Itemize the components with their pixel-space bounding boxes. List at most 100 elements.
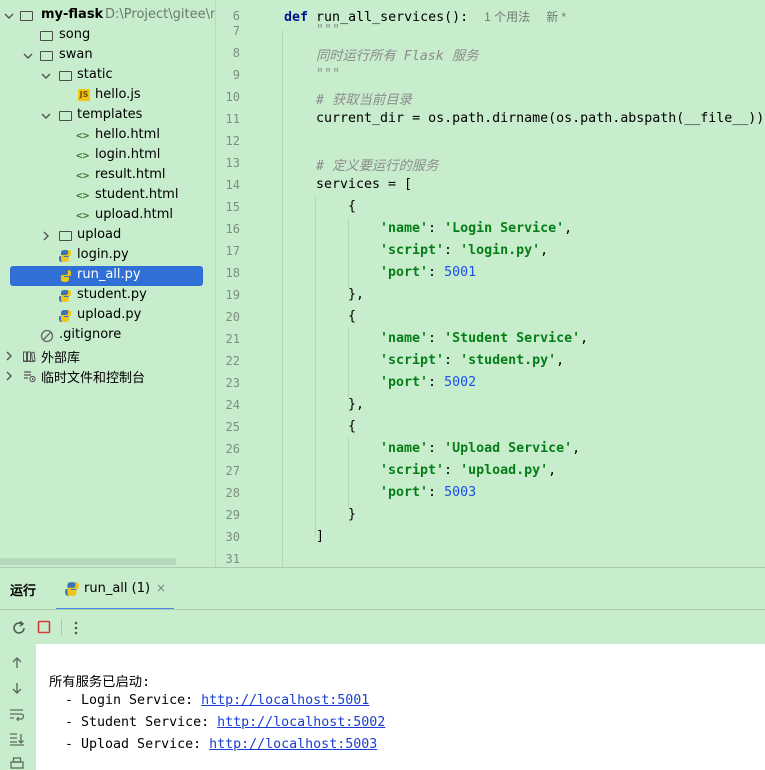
tree-item-student-py[interactable]: student.py [0,286,215,306]
line-number: 19 [225,288,240,302]
chevron-right-icon[interactable] [4,351,14,361]
arrow-down-icon[interactable] [10,681,24,695]
tree-root[interactable]: my-flask D:\Project\gitee\m [0,6,215,26]
project-tree: my-flask D:\Project\gitee\m song swan st… [0,0,215,567]
scroll-to-end-icon[interactable] [9,732,25,746]
folder-icon [59,109,73,123]
tree-item-external-libraries[interactable]: 外部库 [0,346,215,366]
print-icon[interactable] [9,757,25,770]
line-number: 16 [225,222,240,236]
tree-item-upload-py[interactable]: upload.py [0,306,215,326]
line-number: 27 [225,464,240,478]
tree-item-label: static [77,67,113,82]
usage-hint[interactable]: 1 个用法 [484,10,530,24]
tree-item-label: song [59,27,91,42]
code-line-23: 'port': 5002 [380,375,477,390]
line-number: 31 [225,552,240,566]
tree-item-static[interactable]: static [0,66,215,86]
line-number: 21 [225,332,240,346]
html-file-icon: <> [76,149,90,162]
close-icon[interactable]: × [156,581,166,595]
code-line-10: # 获取当前目录 [316,93,412,108]
line-number: 30 [225,530,240,544]
indent-guide [348,218,349,288]
tree-item-label: result.html [95,167,166,182]
tree-item-label: upload.html [95,207,174,222]
line-number: 8 [232,46,240,60]
horizontal-scrollbar[interactable] [0,558,176,565]
tree-item-label: student.py [77,287,147,302]
code-editor[interactable]: 6 7 8 9 10 11 12 13 14 15 16 17 18 19 20 21 22 23 24 25 26 27… [215,0,765,567]
line-number: 20 [225,310,240,324]
tree-item-label: templates [77,107,143,122]
new-hint[interactable]: 新 * [546,10,566,24]
line-number: 13 [225,156,240,170]
tree-item-swan[interactable]: swan [0,46,215,66]
tree-item-hello-js[interactable]: JS hello.js [0,86,215,106]
tree-item-label: swan [59,47,93,62]
code-line-16: 'name': 'Login Service', [380,221,573,236]
run-panel-title: 运行 [10,584,37,599]
tree-item-song[interactable]: song [0,26,215,46]
more-options-icon[interactable] [72,620,80,636]
run-tab-label: run_all (1) [84,581,151,596]
tree-item-label: run_all.py [77,267,141,282]
python-file-icon [59,310,71,322]
tree-item-upload[interactable]: upload [0,226,215,246]
tree-item-gitignore[interactable]: .gitignore [0,326,215,346]
arrow-up-icon[interactable] [10,656,24,670]
chevron-down-icon[interactable] [23,51,33,61]
tree-item-templates[interactable]: templates [0,106,215,126]
line-number: 23 [225,376,240,390]
run-tab-run-all[interactable]: run_all (1) × [56,568,174,610]
tree-item-login-html[interactable]: <> login.html [0,146,215,166]
chevron-down-icon[interactable] [41,111,51,121]
stop-icon[interactable] [37,620,51,634]
tree-item-hello-html[interactable]: <> hello.html [0,126,215,146]
ignore-file-icon [40,329,54,343]
tree-item-label: login.py [77,247,129,262]
scratches-icon [24,371,36,383]
html-file-icon: <> [76,169,90,182]
code-line-26: 'name': 'Upload Service', [380,441,581,456]
chevron-right-icon[interactable] [41,231,51,241]
line-number: 29 [225,508,240,522]
console-link[interactable]: http://localhost:5003 [209,737,377,752]
root-path: D:\Project\gitee\m [105,7,215,22]
code-line-19: }, [348,287,365,302]
chevron-right-icon[interactable] [4,371,14,381]
line-number: 12 [225,134,240,148]
code-line-28: 'port': 5003 [380,485,477,500]
tree-item-student-html[interactable]: <> student.html [0,186,215,206]
line-number: 11 [225,112,240,126]
console-header: 所有服务已启动: [49,675,151,690]
console-side-toolbar [0,644,36,770]
soft-wrap-icon[interactable] [9,707,25,721]
run-tool-window: 运行 run_all (1) × 所有服务已启动: - Login Servic… [0,567,765,770]
code-line-8: 同时运行所有 Flask 服务 [316,49,479,64]
python-run-icon [65,582,79,596]
console-link[interactable]: http://localhost:5001 [201,693,369,708]
console-output[interactable]: 所有服务已启动: - Login Service: http://localho… [36,644,765,770]
tree-item-result-html[interactable]: <> result.html [0,166,215,186]
line-number: 14 [225,178,240,192]
tree-item-label: upload.py [77,307,142,322]
line-number: 22 [225,354,240,368]
console-link[interactable]: http://localhost:5002 [217,715,385,730]
chevron-down-icon[interactable] [41,71,51,81]
tree-item-run-all-py[interactable]: run_all.py [0,266,215,286]
rerun-icon[interactable] [11,620,27,636]
tree-item-scratches[interactable]: 临时文件和控制台 [0,366,215,386]
folder-icon [40,49,54,63]
chevron-down-icon[interactable] [4,11,14,21]
console-line: - Upload Service: http://localhost:5003 [49,737,378,752]
line-number: 24 [225,398,240,412]
code-line-17: 'script': 'login.py', [380,243,549,258]
folder-icon [59,229,73,243]
tree-item-upload-html[interactable]: <> upload.html [0,206,215,226]
tree-item-login-py[interactable]: login.py [0,246,215,266]
code-line-21: 'name': 'Student Service', [380,331,589,346]
library-icon [23,351,36,362]
code-line-18: 'port': 5001 [380,265,477,280]
line-number: 7 [232,24,240,38]
